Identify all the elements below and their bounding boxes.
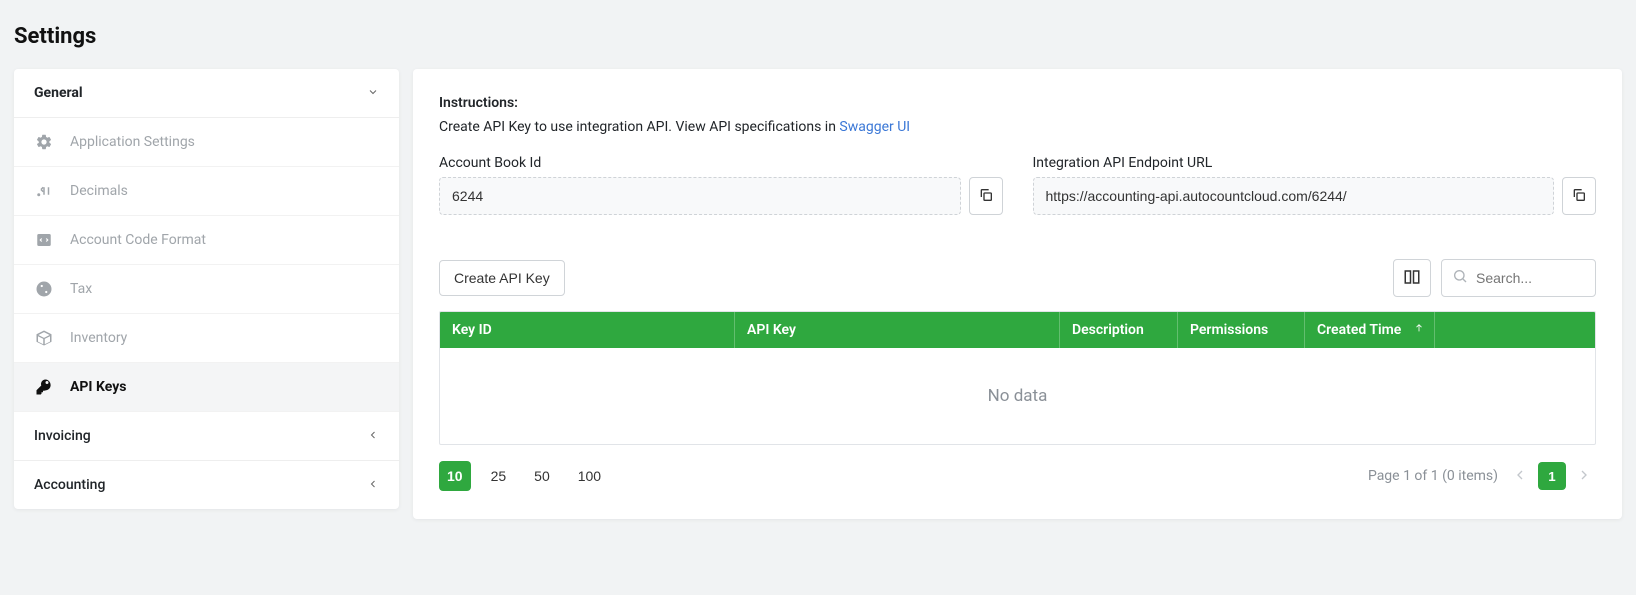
endpoint-url-input[interactable] xyxy=(1033,177,1555,215)
chevron-right-icon xyxy=(1576,467,1592,486)
sidebar-section-label: Accounting xyxy=(34,477,105,493)
column-header-created-time[interactable]: Created Time xyxy=(1305,312,1435,348)
percent-icon xyxy=(34,279,54,299)
swagger-ui-link[interactable]: Swagger UI xyxy=(839,119,910,135)
copy-icon xyxy=(978,187,994,206)
copy-account-book-id-button[interactable] xyxy=(969,177,1003,215)
settings-sidebar: General Application Settings Decimals xyxy=(14,69,399,509)
table-body-empty: No data xyxy=(440,348,1595,444)
code-format-icon xyxy=(34,230,54,250)
columns-icon xyxy=(1403,268,1421,289)
search-icon xyxy=(1452,268,1468,288)
sidebar-item-label: Application Settings xyxy=(70,134,195,150)
column-header-description[interactable]: Description xyxy=(1060,312,1178,348)
sidebar-item-application-settings[interactable]: Application Settings xyxy=(14,118,399,167)
page-size-selector: 10 25 50 100 xyxy=(439,461,609,491)
sidebar-item-account-code-format[interactable]: Account Code Format xyxy=(14,216,399,265)
api-keys-table: Key ID API Key Description Permissions C… xyxy=(439,311,1596,445)
chevron-down-icon xyxy=(367,86,379,101)
page-size-50[interactable]: 50 xyxy=(526,461,558,491)
chevron-left-icon xyxy=(367,429,379,444)
account-book-id-label: Account Book Id xyxy=(439,155,1003,171)
gear-icon xyxy=(34,132,54,152)
key-icon xyxy=(34,377,54,397)
create-api-key-button[interactable]: Create API Key xyxy=(439,260,565,296)
search-input-wrap[interactable] xyxy=(1441,259,1596,297)
sidebar-item-label: Inventory xyxy=(70,330,127,346)
chevron-left-icon xyxy=(1512,467,1528,486)
sidebar-item-tax[interactable]: Tax xyxy=(14,265,399,314)
copy-endpoint-url-button[interactable] xyxy=(1562,177,1596,215)
page-size-100[interactable]: 100 xyxy=(570,461,609,491)
main-panel: Instructions: Create API Key to use inte… xyxy=(413,69,1622,519)
copy-icon xyxy=(1571,187,1587,206)
search-input[interactable] xyxy=(1476,270,1585,286)
sidebar-item-inventory[interactable]: Inventory xyxy=(14,314,399,363)
instructions-label: Instructions: xyxy=(439,95,1596,111)
pager-prev-button[interactable] xyxy=(1508,464,1532,488)
sidebar-item-label: Tax xyxy=(70,281,92,297)
decimals-icon xyxy=(34,181,54,201)
table-header: Key ID API Key Description Permissions C… xyxy=(440,312,1595,348)
column-header-key-id[interactable]: Key ID xyxy=(440,312,735,348)
sidebar-item-api-keys[interactable]: API Keys xyxy=(14,363,399,412)
sidebar-section-accounting[interactable]: Accounting xyxy=(14,461,399,509)
chevron-left-icon xyxy=(367,478,379,493)
account-book-id-input[interactable] xyxy=(439,177,961,215)
sidebar-item-label: Decimals xyxy=(70,183,128,199)
instructions-text: Create API Key to use integration API. V… xyxy=(439,119,1596,135)
column-header-api-key[interactable]: API Key xyxy=(735,312,1060,348)
page-size-25[interactable]: 25 xyxy=(483,461,515,491)
endpoint-url-label: Integration API Endpoint URL xyxy=(1033,155,1597,171)
column-header-permissions[interactable]: Permissions xyxy=(1178,312,1305,348)
column-header-label: Created Time xyxy=(1317,322,1401,338)
page-title: Settings xyxy=(14,24,1622,49)
box-icon xyxy=(34,328,54,348)
column-header-actions xyxy=(1435,312,1595,348)
page-size-10[interactable]: 10 xyxy=(439,461,471,491)
pager-info: Page 1 of 1 (0 items) xyxy=(1368,468,1498,484)
sidebar-section-label: Invoicing xyxy=(34,428,91,444)
sidebar-section-label: General xyxy=(34,85,83,101)
column-chooser-button[interactable] xyxy=(1393,259,1431,297)
sort-asc-icon xyxy=(1414,322,1424,338)
sidebar-section-general[interactable]: General xyxy=(14,69,399,118)
sidebar-item-decimals[interactable]: Decimals xyxy=(14,167,399,216)
sidebar-item-label: Account Code Format xyxy=(70,232,206,248)
sidebar-item-label: API Keys xyxy=(70,379,126,395)
instructions-text-part: Create API Key to use integration API. V… xyxy=(439,119,839,135)
pager-next-button[interactable] xyxy=(1572,464,1596,488)
pager-page-1[interactable]: 1 xyxy=(1538,462,1566,490)
sidebar-section-invoicing[interactable]: Invoicing xyxy=(14,412,399,461)
